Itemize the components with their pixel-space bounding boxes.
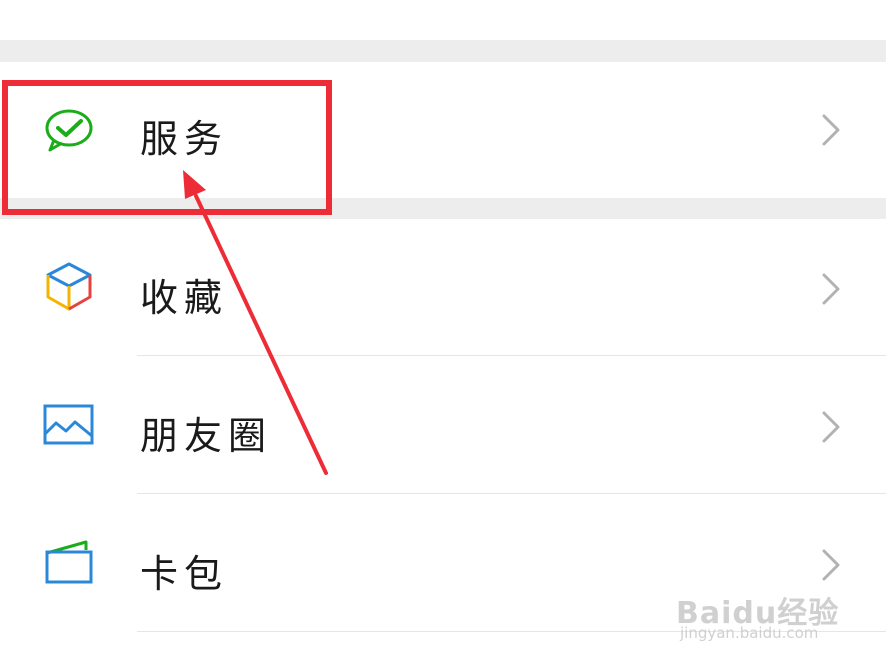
- menu-item-moments[interactable]: 朋友圈: [0, 357, 886, 494]
- menu-item-label: 朋友圈: [140, 414, 273, 458]
- cube-icon: [46, 262, 92, 311]
- chevron-right-icon: [822, 411, 840, 443]
- menu-item-label: 卡包: [140, 552, 229, 596]
- menu-item-card-wallet[interactable]: 卡包: [0, 495, 886, 632]
- row-divider: [137, 355, 886, 356]
- row-divider: [137, 493, 886, 494]
- menu-item-favorites[interactable]: 收藏: [0, 219, 886, 356]
- section-separator: [0, 40, 886, 62]
- section-separator: [0, 198, 886, 219]
- menu-item-label: 服务: [140, 117, 229, 161]
- chevron-right-icon: [822, 549, 840, 581]
- menu-item-services[interactable]: 服务: [0, 62, 886, 198]
- menu-item-label: 收藏: [140, 276, 229, 320]
- me-screen: 服务 收藏 朋友圈 卡包 Baidu经验 jingyan.baidu.com: [0, 0, 886, 665]
- card-wallet-icon: [45, 540, 93, 584]
- wechat-pay-icon: [45, 109, 93, 152]
- chevron-right-icon: [822, 114, 840, 146]
- row-divider: [137, 631, 886, 632]
- chevron-right-icon: [822, 273, 840, 305]
- picture-icon: [43, 404, 94, 445]
